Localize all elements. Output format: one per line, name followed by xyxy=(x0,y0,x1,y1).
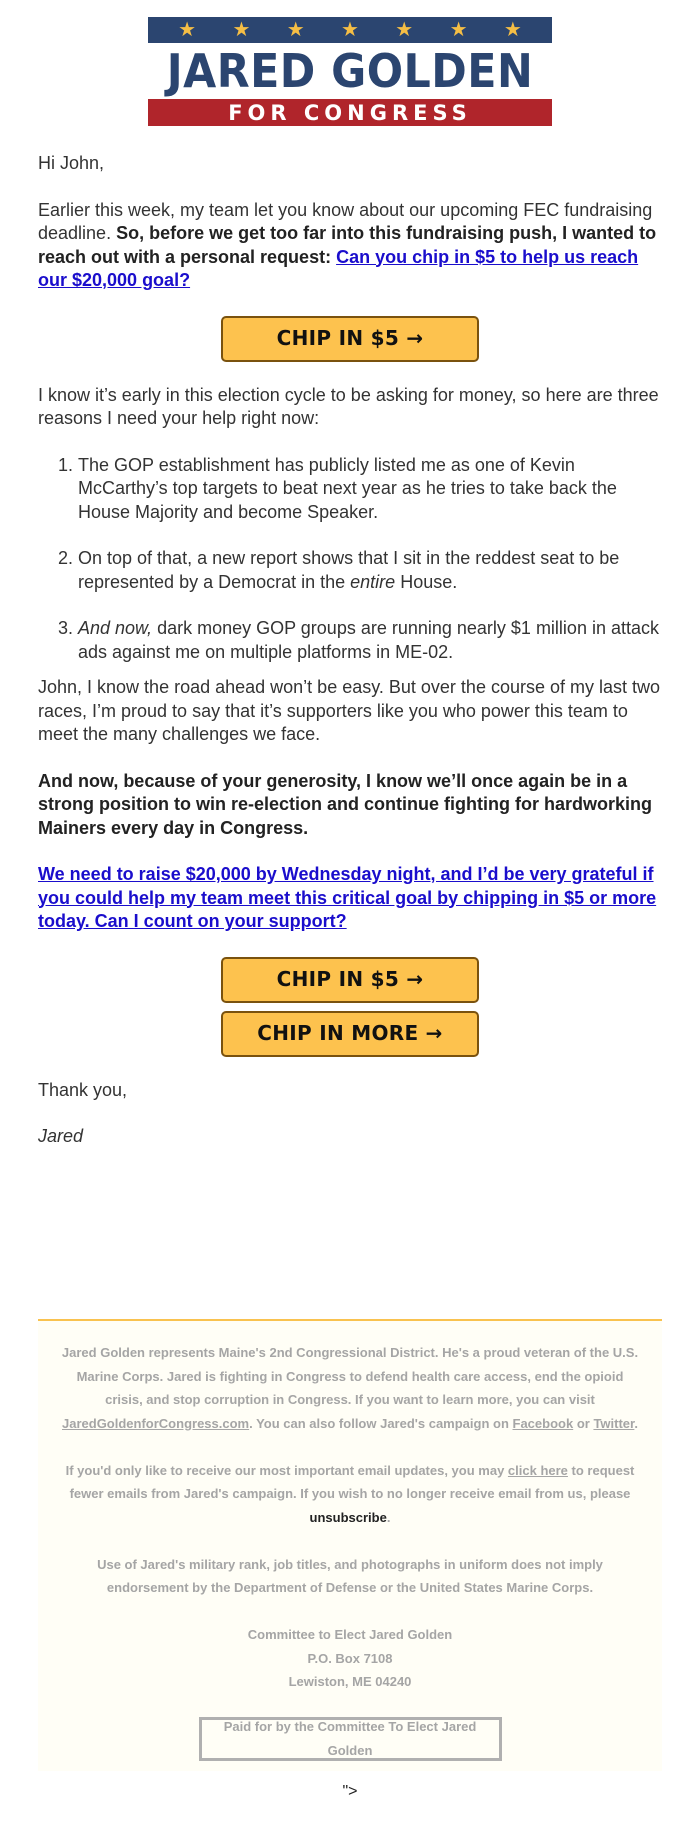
footer-text: If you'd only like to receive our most i… xyxy=(65,1462,508,1478)
star-icon: ★ xyxy=(286,19,305,41)
footer-disclaimer: Use of Jared's military rank, job titles… xyxy=(97,1556,603,1596)
reasons-list: The GOP establishment has publicly liste… xyxy=(38,454,662,665)
footer-address: Committee to Elect Jared Golden P.O. Box… xyxy=(38,1623,662,1694)
star-icon: ★ xyxy=(449,19,468,41)
facebook-link[interactable]: Facebook xyxy=(513,1416,574,1431)
reason-text: dark money GOP groups are running nearly… xyxy=(78,618,659,662)
button-row: CHIP IN $5 → xyxy=(38,956,662,1003)
signoff: Thank you, xyxy=(38,1079,128,1100)
road-ahead-paragraph: John, I know the road ahead won’t be eas… xyxy=(38,677,661,744)
chip-in-5-button[interactable]: CHIP IN $5 → xyxy=(221,315,479,362)
star-icon: ★ xyxy=(232,19,251,41)
footer-text: Jared Golden represents Maine's 2nd Cong… xyxy=(61,1345,639,1407)
paid-for-disclaimer: Paid for by the Committee To Elect Jared… xyxy=(198,1716,502,1761)
twitter-link[interactable]: Twitter xyxy=(593,1416,634,1431)
intro-paragraph: Earlier this week, my team let you know … xyxy=(38,199,662,293)
button-row: CHIP IN MORE → xyxy=(38,1010,662,1057)
unsubscribe-link[interactable]: unsubscribe xyxy=(310,1510,387,1525)
goal-donate-link[interactable]: We need to raise $20,000 by Wednesday ni… xyxy=(38,864,656,931)
reason-item: And now, dark money GOP groups are runni… xyxy=(78,617,662,664)
star-icon: ★ xyxy=(178,19,197,41)
address-line: Committee to Elect Jared Golden xyxy=(247,1627,453,1642)
goal-paragraph: We need to raise $20,000 by Wednesday ni… xyxy=(38,863,662,934)
logo-candidate-name: JARED GOLDEN xyxy=(166,44,534,98)
star-icon: ★ xyxy=(395,19,414,41)
logo-star-band: ★ ★ ★ ★ ★ ★ ★ xyxy=(148,17,552,43)
reason-text: On top of that, a new report shows that … xyxy=(78,548,620,592)
chip-in-more-button[interactable]: CHIP IN MORE → xyxy=(221,1010,479,1057)
reason-item: On top of that, a new report shows that … xyxy=(78,547,662,594)
address-line: Lewiston, ME 04240 xyxy=(288,1674,412,1689)
signature: Jared xyxy=(38,1125,662,1149)
footer-text: or xyxy=(573,1415,594,1431)
stray-markup-text: "> xyxy=(342,1783,358,1800)
reason-item: The GOP establishment has publicly liste… xyxy=(78,454,662,525)
address-line: P.O. Box 7108 xyxy=(307,1650,393,1666)
footer-email-preferences: If you'd only like to receive our most i… xyxy=(38,1459,662,1530)
footer-text: . xyxy=(386,1509,391,1525)
chip-in-5-button[interactable]: CHIP IN $5 → xyxy=(221,956,479,1003)
email-footer: Jared Golden represents Maine's 2nd Cong… xyxy=(38,1319,662,1771)
footer-text: . You can also follow Jared's campaign o… xyxy=(249,1415,513,1431)
generosity-text: And now, because of your generosity, I k… xyxy=(38,770,652,838)
logo-subtitle: FOR CONGRESS xyxy=(148,99,552,126)
fewer-emails-link[interactable]: click here xyxy=(508,1463,568,1478)
reason-text: The GOP establishment has publicly liste… xyxy=(78,454,617,522)
signature-text: Jared xyxy=(38,1126,84,1146)
reason-emphasis: And now, xyxy=(78,618,153,638)
email-body: Hi John, Earlier this week, my team let … xyxy=(38,152,662,1149)
reasons-intro: I know it’s early in this election cycle… xyxy=(38,384,659,429)
campaign-site-link[interactable]: JaredGoldenforCongress.com xyxy=(62,1416,249,1431)
reason-text: House. xyxy=(395,571,458,592)
star-icon: ★ xyxy=(341,19,359,41)
email-container: ★ ★ ★ ★ ★ ★ ★ JARED GOLDEN FOR CONGRESS … xyxy=(38,17,662,1149)
greeting: Hi John, xyxy=(38,153,105,173)
footer-text: . xyxy=(634,1415,638,1431)
generosity-paragraph: And now, because of your generosity, I k… xyxy=(38,770,662,841)
campaign-logo[interactable]: ★ ★ ★ ★ ★ ★ ★ JARED GOLDEN FOR CONGRESS xyxy=(148,17,552,127)
star-icon: ★ xyxy=(503,19,522,41)
footer-bio: Jared Golden represents Maine's 2nd Cong… xyxy=(38,1321,662,1435)
reason-emphasis: entire xyxy=(350,571,396,592)
button-row: CHIP IN $5 → xyxy=(38,315,662,362)
